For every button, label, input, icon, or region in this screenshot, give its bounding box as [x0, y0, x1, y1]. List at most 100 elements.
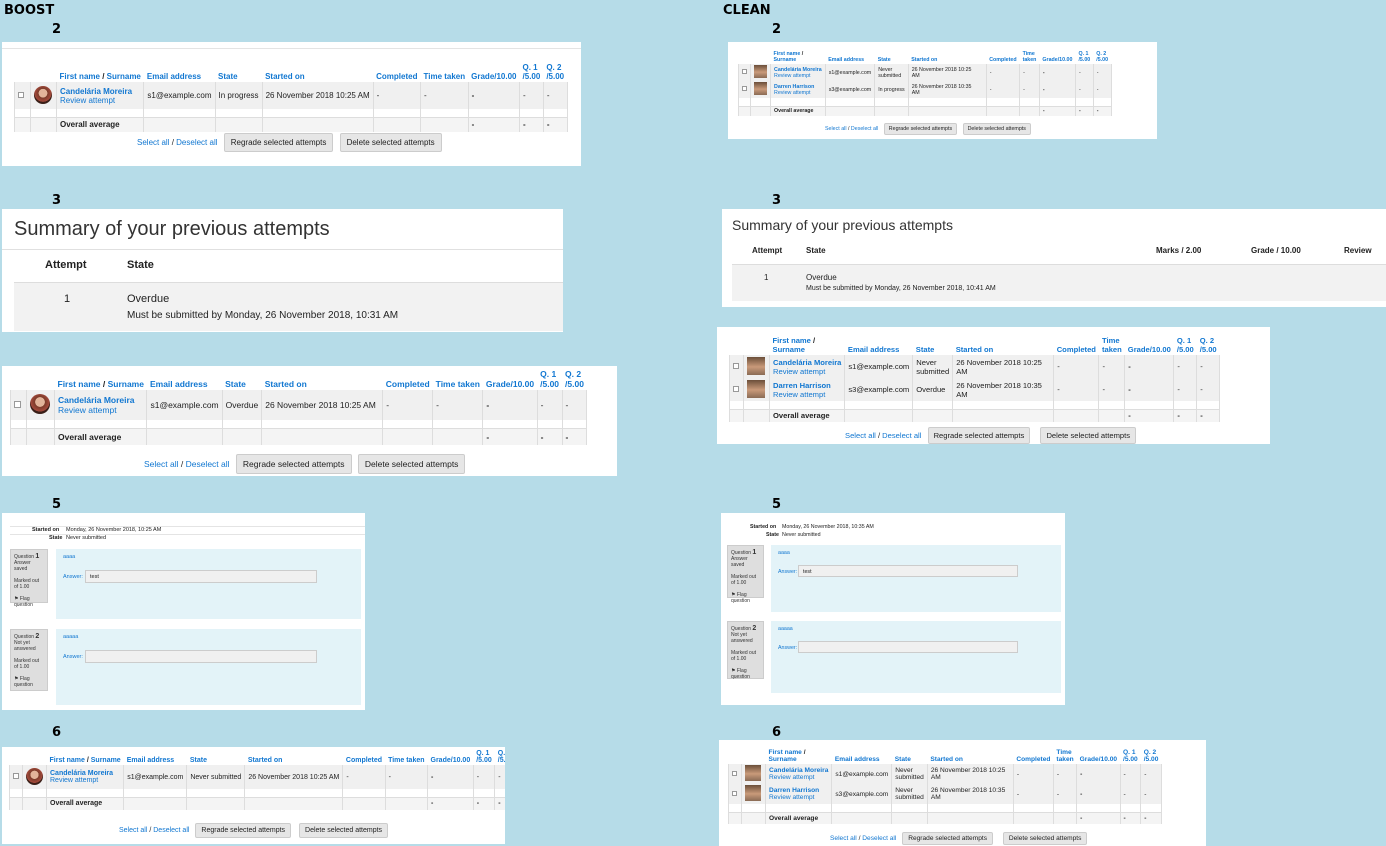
- select-all-link[interactable]: Select all: [119, 827, 147, 834]
- col-first-name[interactable]: First name: [773, 336, 811, 345]
- review-attempt-link[interactable]: Review attempt: [60, 96, 115, 105]
- avatar[interactable]: [745, 785, 761, 801]
- col-q2[interactable]: Q. 2: [565, 369, 581, 379]
- delete-button[interactable]: Delete selected attempts: [1040, 427, 1137, 444]
- col-email[interactable]: Email address: [845, 335, 913, 355]
- col-time-taken[interactable]: Time: [1102, 336, 1120, 345]
- select-all-link[interactable]: Select all: [825, 126, 847, 132]
- col-surname[interactable]: Surname: [107, 72, 141, 81]
- regrade-button[interactable]: Regrade selected attempts: [235, 454, 352, 474]
- avatar[interactable]: [30, 394, 50, 414]
- col-first-name[interactable]: First name: [769, 749, 802, 756]
- user-name-link[interactable]: Candelária Moreira: [50, 770, 113, 777]
- user-name-link[interactable]: Darren Harrison: [773, 381, 831, 390]
- col-state[interactable]: State: [187, 749, 245, 765]
- col-first-name[interactable]: First name: [58, 379, 101, 389]
- col-surname[interactable]: Surname: [769, 756, 797, 763]
- select-all-link[interactable]: Select all: [144, 459, 179, 469]
- deselect-all-link[interactable]: Deselect all: [176, 138, 217, 147]
- col-completed[interactable]: Completed: [1054, 335, 1099, 355]
- col-q2[interactable]: Q. 2: [1144, 749, 1156, 756]
- user-name-link[interactable]: Candelária Moreira: [58, 395, 135, 405]
- avatar[interactable]: [34, 85, 52, 104]
- col-state[interactable]: State: [215, 62, 262, 82]
- avatar[interactable]: [745, 765, 761, 781]
- col-grade[interactable]: Grade/10.00: [1125, 335, 1174, 355]
- regrade-button[interactable]: Regrade selected attempts: [223, 133, 334, 152]
- avatar[interactable]: [754, 65, 767, 78]
- avatar[interactable]: [747, 379, 765, 398]
- col-surname[interactable]: Surname: [108, 379, 144, 389]
- user-name-link[interactable]: Darren Harrison: [769, 787, 819, 794]
- user-name-link[interactable]: Candelária Moreira: [773, 358, 841, 367]
- answer-field[interactable]: [798, 641, 1018, 653]
- row-checkbox[interactable]: [733, 363, 739, 369]
- answer-field[interactable]: test: [798, 565, 1018, 577]
- row-checkbox[interactable]: [732, 790, 737, 796]
- delete-button[interactable]: Delete selected attempts: [962, 123, 1031, 135]
- review-attempt-link[interactable]: Review attempt: [50, 777, 98, 784]
- user-name-link[interactable]: Candelária Moreira: [60, 87, 132, 96]
- col-time-taken[interactable]: Time taken: [420, 62, 468, 82]
- col-time-taken-2[interactable]: taken: [1056, 756, 1073, 763]
- deselect-all-link[interactable]: Deselect all: [851, 126, 878, 132]
- col-time-taken[interactable]: Time taken: [433, 368, 483, 390]
- delete-button[interactable]: Delete selected attempts: [1002, 832, 1088, 845]
- col-completed[interactable]: Completed: [986, 50, 1019, 64]
- col-q1[interactable]: Q. 1: [523, 63, 538, 72]
- col-q1[interactable]: Q. 1: [1177, 336, 1191, 345]
- col-q1[interactable]: Q. 1: [1123, 749, 1135, 756]
- review-attempt-link[interactable]: Review attempt: [774, 90, 811, 96]
- col-started[interactable]: Started on: [262, 368, 383, 390]
- col-surname[interactable]: Surname: [91, 757, 121, 764]
- col-grade[interactable]: Grade/10.00: [468, 62, 519, 82]
- regrade-button[interactable]: Regrade selected attempts: [902, 832, 994, 845]
- select-all-link[interactable]: Select all: [830, 835, 857, 842]
- col-q2[interactable]: Q. 2: [498, 750, 505, 757]
- regrade-button[interactable]: Regrade selected attempts: [927, 427, 1031, 444]
- col-first-name[interactable]: First name: [50, 757, 85, 764]
- review-attempt-link[interactable]: Review attempt: [773, 367, 825, 376]
- col-started[interactable]: Started on: [927, 748, 1013, 764]
- col-grade[interactable]: Grade/10.00: [1077, 748, 1120, 764]
- col-grade[interactable]: Grade/10.00: [1039, 50, 1075, 64]
- col-email[interactable]: Email address: [144, 62, 215, 82]
- select-all-link[interactable]: Select all: [845, 431, 876, 440]
- row-checkbox[interactable]: [13, 773, 19, 779]
- col-state[interactable]: State: [875, 50, 909, 64]
- deselect-all-link[interactable]: Deselect all: [186, 459, 230, 469]
- col-time-taken-2[interactable]: taken: [1102, 345, 1122, 354]
- row-checkbox[interactable]: [742, 86, 747, 91]
- review-attempt-link[interactable]: Review attempt: [769, 794, 814, 801]
- row-checkbox[interactable]: [18, 92, 24, 98]
- review-attempt-link[interactable]: Review attempt: [58, 405, 117, 415]
- col-state[interactable]: State: [913, 335, 953, 355]
- review-attempt-link[interactable]: Review attempt: [769, 774, 814, 781]
- col-email[interactable]: Email address: [147, 368, 222, 390]
- answer-field[interactable]: test: [85, 570, 317, 583]
- deselect-all-link[interactable]: Deselect all: [862, 835, 896, 842]
- regrade-button[interactable]: Regrade selected attempts: [195, 823, 292, 838]
- delete-button[interactable]: Delete selected attempts: [357, 454, 466, 474]
- col-started[interactable]: Started on: [908, 50, 986, 64]
- col-q2[interactable]: Q. 2: [546, 63, 561, 72]
- col-q1[interactable]: Q. 1: [476, 750, 489, 757]
- row-checkbox[interactable]: [733, 386, 739, 392]
- col-started[interactable]: Started on: [953, 335, 1054, 355]
- col-completed[interactable]: Completed: [383, 368, 433, 390]
- delete-button[interactable]: Delete selected attempts: [339, 133, 442, 152]
- col-time-taken[interactable]: Time: [1056, 749, 1071, 756]
- row-checkbox[interactable]: [14, 401, 21, 408]
- col-time-taken[interactable]: Time taken: [385, 749, 427, 765]
- col-state[interactable]: State: [222, 368, 262, 390]
- col-time-taken-2[interactable]: taken: [1023, 57, 1037, 63]
- select-all-link[interactable]: Select all: [137, 138, 169, 147]
- col-grade[interactable]: Grade/10.00: [483, 368, 537, 390]
- col-email[interactable]: Email address: [825, 50, 874, 64]
- review-attempt-link[interactable]: Review attempt: [773, 390, 825, 399]
- col-first-name[interactable]: First name: [60, 72, 100, 81]
- col-q1[interactable]: Q. 1: [540, 369, 556, 379]
- avatar[interactable]: [26, 767, 43, 785]
- col-grade[interactable]: Grade/10.00: [428, 749, 474, 765]
- row-checkbox[interactable]: [732, 770, 737, 776]
